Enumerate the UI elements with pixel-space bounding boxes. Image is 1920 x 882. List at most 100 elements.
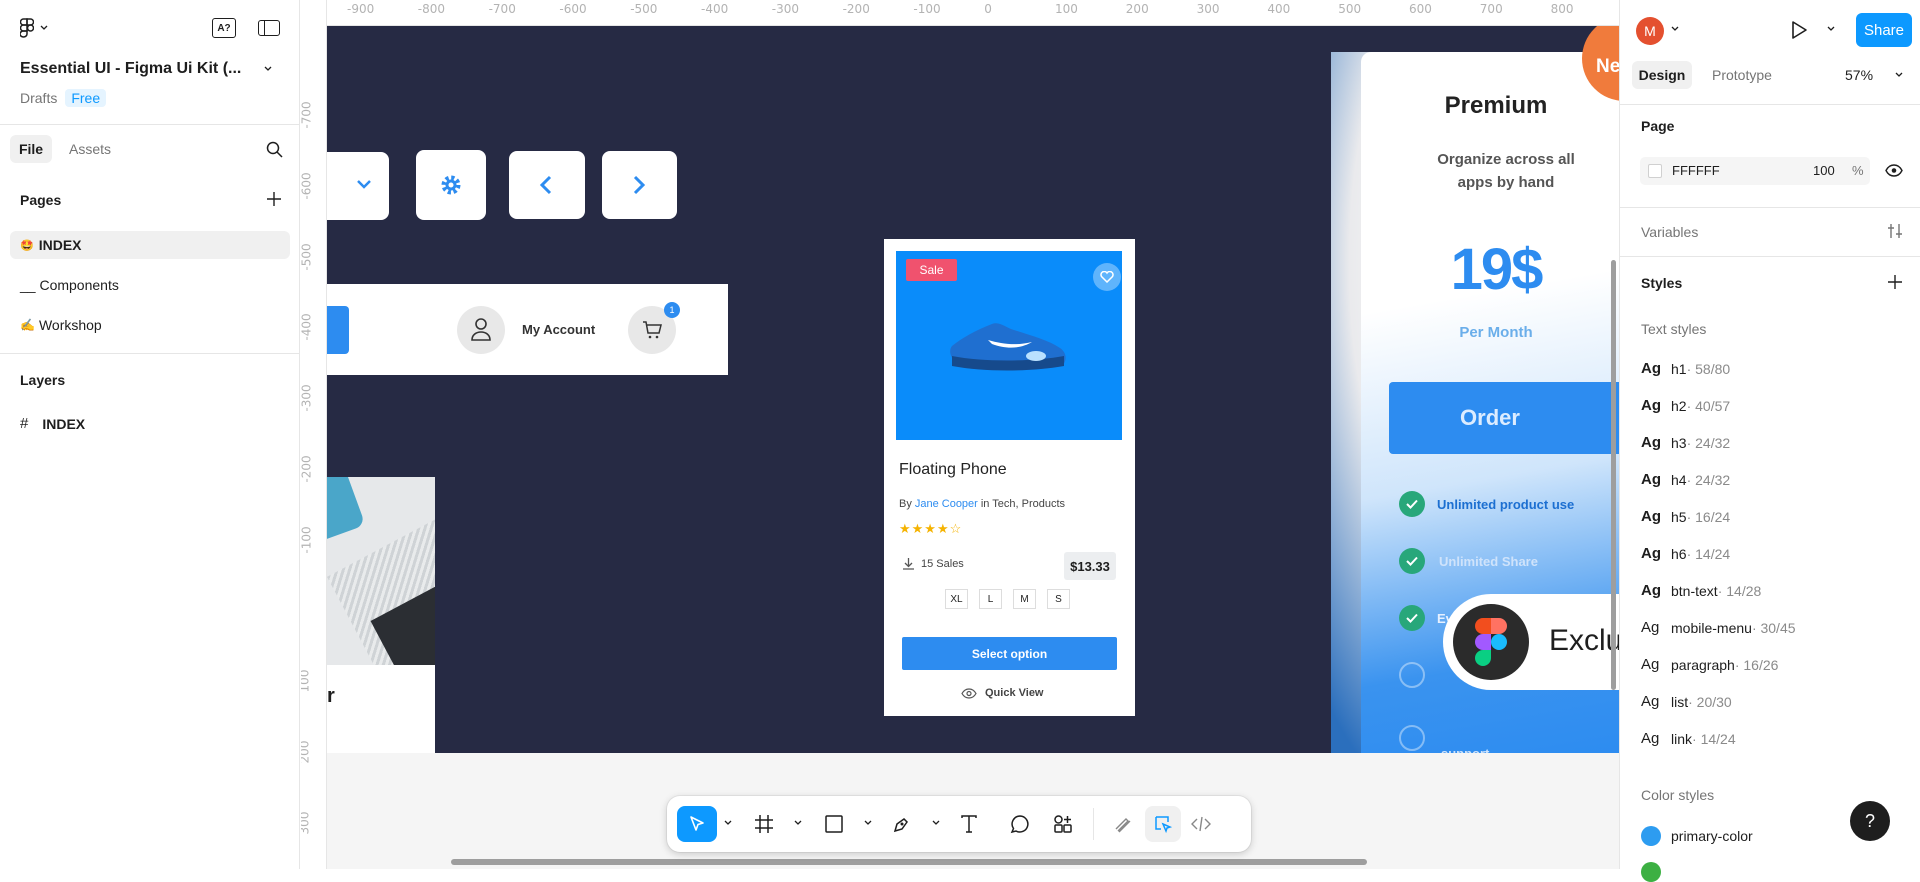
check-icon xyxy=(1399,725,1425,751)
resources-tool-button[interactable] xyxy=(1045,806,1081,842)
color-style-item[interactable]: primary-color xyxy=(1641,826,1753,846)
page-item-index[interactable]: 🤩 INDEX xyxy=(10,231,290,259)
text-style-item[interactable]: Ag btn-text · 14/28 xyxy=(1641,582,1761,599)
cart-button[interactable]: 1 xyxy=(628,302,680,354)
account-label[interactable]: My Account xyxy=(522,322,595,337)
pen-tool-button[interactable] xyxy=(884,806,920,842)
size-option-m[interactable]: M xyxy=(1013,589,1036,609)
shape-tool-button[interactable] xyxy=(816,806,852,842)
chevron-down-icon xyxy=(40,25,48,31)
feature-item: Unlimited Share xyxy=(1399,548,1538,574)
chevron-down-icon xyxy=(1671,26,1679,31)
ruler-tick-label: -600 xyxy=(559,2,587,16)
ruler-tick-label: -600 xyxy=(301,172,314,200)
text-style-name: h6 xyxy=(1671,545,1687,562)
canvas[interactable]: My Account 1 r Sale Floating Phone By Ja… xyxy=(301,0,1619,869)
settings-button[interactable] xyxy=(416,150,486,220)
tab-assets[interactable]: Assets xyxy=(69,141,111,157)
order-button[interactable]: Order xyxy=(1389,382,1619,454)
text-style-spec: · 16/26 xyxy=(1734,656,1779,673)
vertical-scrollbar[interactable] xyxy=(1611,260,1616,690)
eye-icon[interactable] xyxy=(1885,164,1903,177)
text-style-item[interactable]: Ag h1 · 58/80 xyxy=(1641,360,1730,377)
index-frame[interactable]: My Account 1 r Sale Floating Phone By Ja… xyxy=(327,26,1619,753)
comment-tool-button[interactable] xyxy=(1002,806,1038,842)
chevron-down-icon xyxy=(357,180,371,189)
text-style-preview: Ag xyxy=(1641,545,1661,562)
ruler-tick-label: 100 xyxy=(301,669,312,693)
text-style-item[interactable]: Ag h5 · 16/24 xyxy=(1641,508,1730,525)
ui3-toggle-icon[interactable]: A? xyxy=(212,18,236,38)
text-style-item[interactable]: Ag link · 14/24 xyxy=(1641,730,1736,747)
zoom-level[interactable]: 57% xyxy=(1845,67,1873,83)
ruler-left: -700 -600 -500 -400 -300 -200 -100 0 100 200 300 xyxy=(301,0,327,869)
tab-file[interactable]: File xyxy=(10,135,52,163)
file-title[interactable]: Essential UI - Figma Ui Kit (... xyxy=(20,60,241,78)
ruler-tick-label: 200 xyxy=(1125,2,1149,16)
variables-icon[interactable] xyxy=(1887,223,1903,239)
product-name[interactable]: Floating Phone xyxy=(899,461,1007,479)
variables-heading[interactable]: Variables xyxy=(1641,224,1698,240)
size-option-xl[interactable]: XL xyxy=(945,589,968,609)
text-style-item[interactable]: Ag list · 20/30 xyxy=(1641,693,1732,710)
prev-button[interactable] xyxy=(509,151,585,219)
file-menu-chevron-icon[interactable] xyxy=(264,66,272,72)
text-style-item[interactable]: Ag h4 · 24/32 xyxy=(1641,471,1730,488)
text-tool-button[interactable] xyxy=(951,806,987,842)
layer-item-index[interactable]: # INDEX xyxy=(20,415,85,432)
text-style-spec: · 30/45 xyxy=(1751,619,1796,636)
text-style-name: h4 xyxy=(1671,471,1687,488)
search-icon[interactable] xyxy=(266,141,283,158)
drafts-link[interactable]: Drafts xyxy=(20,90,57,106)
select-option-button[interactable]: Select option xyxy=(902,637,1117,670)
text-style-item[interactable]: Ag h3 · 24/32 xyxy=(1641,434,1730,451)
plan-badge[interactable]: Free xyxy=(65,89,107,107)
text-style-item[interactable]: Ag h2 · 40/57 xyxy=(1641,397,1730,414)
dev-mode-button[interactable] xyxy=(1183,806,1219,842)
next-button[interactable] xyxy=(602,151,677,219)
page-opacity-value[interactable]: 100 xyxy=(1813,163,1835,178)
color-styles-heading: Color styles xyxy=(1641,787,1715,803)
size-option-s[interactable]: S xyxy=(1047,589,1070,609)
page-item-workshop[interactable]: ✍️ Workshop xyxy=(10,311,290,339)
tab-design[interactable]: Design xyxy=(1632,61,1692,89)
user-avatar[interactable]: M xyxy=(1636,17,1664,45)
help-button[interactable]: ? xyxy=(1850,801,1890,841)
dropdown-button[interactable] xyxy=(327,152,389,220)
page-color-value[interactable]: FFFFFF xyxy=(1672,163,1720,178)
color-swatch[interactable] xyxy=(1648,164,1662,178)
search-button[interactable] xyxy=(327,306,349,354)
draw-mode-button[interactable] xyxy=(1105,806,1141,842)
add-style-icon[interactable] xyxy=(1888,275,1902,289)
wishlist-button[interactable] xyxy=(1093,263,1121,291)
text-style-preview: Ag xyxy=(1641,656,1660,673)
add-page-icon[interactable] xyxy=(267,192,281,206)
heart-icon xyxy=(1100,271,1114,283)
page-fill-field[interactable]: FFFFFF 100 % xyxy=(1640,157,1870,185)
main-menu-button[interactable] xyxy=(20,18,48,38)
text-style-item[interactable]: Ag mobile-menu · 30/45 xyxy=(1641,619,1796,636)
quick-view-link[interactable]: Quick View xyxy=(961,687,1044,699)
sidebar-toggle-icon[interactable] xyxy=(258,20,280,36)
text-style-spec: · 24/32 xyxy=(1686,434,1731,451)
design-mode-button[interactable] xyxy=(1145,806,1181,842)
horizontal-scrollbar[interactable] xyxy=(451,859,1367,865)
play-icon[interactable] xyxy=(1790,20,1808,40)
tab-prototype[interactable]: Prototype xyxy=(1712,67,1772,83)
text-style-name: h3 xyxy=(1671,434,1687,451)
share-button[interactable]: Share xyxy=(1856,13,1912,47)
size-option-l[interactable]: L xyxy=(979,589,1002,609)
text-style-item[interactable]: Ag h6 · 14/24 xyxy=(1641,545,1730,562)
ruler-tick-label: -700 xyxy=(488,2,516,16)
move-tool-button[interactable] xyxy=(677,806,717,842)
frame-tool-button[interactable] xyxy=(746,806,782,842)
author-link[interactable]: Jane Cooper xyxy=(915,498,978,510)
rating-stars: ★★★★☆ xyxy=(899,521,963,536)
account-avatar[interactable] xyxy=(457,306,505,354)
page-item-components[interactable]: __ Components xyxy=(10,271,290,299)
ruler-tick-label: -500 xyxy=(630,2,658,16)
chevron-down-icon xyxy=(1827,26,1835,31)
text-style-item[interactable]: Ag paragraph · 16/26 xyxy=(1641,656,1778,673)
text-style-name: h5 xyxy=(1671,508,1687,525)
cursor-icon xyxy=(690,816,704,831)
